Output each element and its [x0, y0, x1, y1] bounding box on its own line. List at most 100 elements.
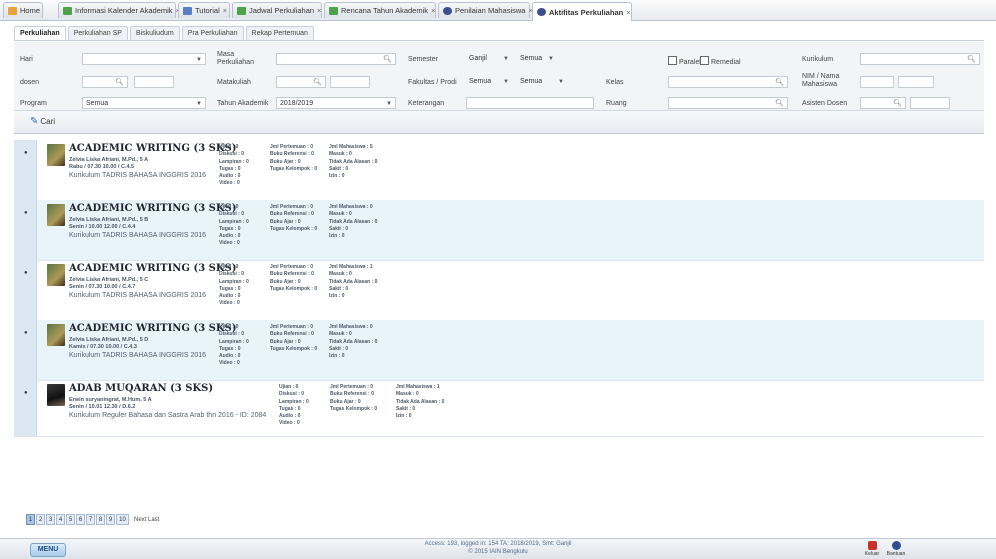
close-icon[interactable]: × — [317, 6, 321, 15]
page-button[interactable]: 2 — [36, 514, 45, 525]
stat-col-pertemuan: Jml Pertemuan : 0 Buku Referensi : 0 Buku … — [270, 204, 318, 232]
page-button[interactable]: 10 — [116, 514, 129, 525]
nim-nama-label: NIM / Nama Mahasiswa — [802, 73, 840, 88]
close-icon[interactable]: × — [223, 6, 227, 15]
search-icon: 🔍︎ — [893, 100, 902, 107]
program-select[interactable]: Semua ▼ — [82, 97, 206, 109]
home-icon — [8, 6, 17, 15]
matakuliah-name-field[interactable] — [330, 76, 370, 88]
course-row[interactable]: ● ACADEMIC WRITING (3 SKS) Zelvia Liska … — [14, 320, 984, 381]
subtab-perkuliahan-sp[interactable]: Perkuliahan SP — [67, 26, 128, 40]
subtab-perkuliahan[interactable]: Perkuliahan — [14, 26, 66, 40]
remedial-checkbox[interactable]: Remedial — [700, 56, 741, 67]
kurikulum-input[interactable]: 🔍︎ — [860, 53, 980, 65]
next-last-link[interactable]: Next Last — [134, 517, 159, 523]
page-button[interactable]: 7 — [86, 514, 95, 525]
hari-label: Hari — [20, 56, 33, 63]
cari-button[interactable]: ✎ Cari — [30, 116, 55, 127]
tab-jadwal-perkuliahan[interactable]: Jadwal Perkuliahan × — [232, 2, 322, 18]
expand-icon[interactable]: ● — [24, 390, 28, 396]
nim-input[interactable] — [860, 76, 894, 88]
stat-col-materi: Ujian : 0 Diskusi : 0 Lampiran : 0 Tugas : … — [219, 324, 249, 367]
chevron-down-icon: ▼ — [503, 56, 509, 62]
course-title[interactable]: ACADEMIC WRITING (3 SKS) — [69, 323, 237, 334]
prodi-select[interactable]: Semua ▼ — [517, 76, 567, 88]
help-icon — [891, 541, 901, 550]
checkbox-icon — [668, 56, 677, 65]
expand-icon[interactable]: ● — [24, 270, 28, 276]
semester-label: Semester — [408, 56, 438, 63]
course-title[interactable]: ACADEMIC WRITING (3 SKS) — [69, 263, 237, 274]
tab-rencana-tahun-akademik[interactable]: Rencana Tahun Akademik × — [324, 2, 436, 18]
stat-col-pertemuan: Jml Pertemuan : 0 Buku Referensi : 0 Buku … — [270, 144, 318, 172]
course-row[interactable]: ● ACADEMIC WRITING (3 SKS) Zelvia Liska … — [14, 260, 984, 321]
nama-mahasiswa-input[interactable] — [898, 76, 934, 88]
course-title[interactable]: ACADEMIC WRITING (3 SKS) — [69, 203, 237, 214]
page-button[interactable]: 8 — [96, 514, 105, 525]
bantuan-button[interactable]: Bantuan — [886, 541, 906, 557]
course-curriculum: Kurikulum TADRIS BAHASA INGGRIS 2016 — [69, 352, 207, 359]
course-lecturer: Erwin suryaningrat, M.Hum, 5 A — [69, 397, 152, 403]
asisten-dosen-name-field[interactable] — [910, 97, 950, 109]
user-icon — [537, 8, 546, 16]
subtab-rekap-pertemuan[interactable]: Rekap Pertemuan — [245, 26, 314, 40]
matakuliah-input[interactable]: 🔍︎ — [276, 76, 326, 88]
course-title[interactable]: ADAB MUQARAN (3 SKS) — [69, 383, 213, 394]
page-button[interactable]: 6 — [76, 514, 85, 525]
subtab-biskuliudum[interactable]: Biskuliudum — [129, 26, 180, 40]
ruang-input[interactable]: 🔍︎ — [668, 97, 788, 109]
page-button[interactable]: 3 — [46, 514, 55, 525]
asisten-dosen-input[interactable]: 🔍︎ — [860, 97, 906, 109]
close-icon[interactable]: × — [431, 6, 435, 15]
semester-select[interactable]: Ganjil ▼ — [466, 53, 512, 65]
course-row[interactable]: ● ACADEMIC WRITING (3 SKS) Zelvia Liska … — [14, 200, 984, 261]
tab-penilaian-mahasiswa[interactable]: Penilaian Mahasiswa × — [438, 2, 533, 18]
lecturer-photo — [47, 384, 65, 406]
page-button[interactable]: 4 — [56, 514, 65, 525]
keluar-button[interactable]: Keluar — [862, 541, 882, 557]
tab-kalender-akademik[interactable]: Informasi Kalender Akademik× — [58, 2, 180, 18]
stat-col-pertemuan: Jml Pertemuan : 0 Buku Referensi : 0 Buku … — [270, 324, 318, 352]
tab-home[interactable]: Home — [3, 2, 43, 18]
tahun-akademik-select[interactable]: 2018/2019 ▼ — [276, 97, 396, 109]
row-gutter: ● — [14, 140, 37, 200]
search-icon: 🔍︎ — [115, 79, 124, 86]
footer-bar: MENU Access: 193, logged in: 154 TA: 201… — [0, 538, 996, 559]
tutorial-icon — [183, 6, 192, 15]
tab-label: Penilaian Mahasiswa — [455, 6, 526, 15]
kelas-label: Kelas — [606, 79, 624, 86]
fakultas-select[interactable]: Semua ▼ — [466, 76, 512, 88]
semester-sub-select[interactable]: Semua ▼ — [517, 53, 557, 65]
keterangan-input[interactable] — [466, 97, 594, 109]
close-icon[interactable]: × — [626, 8, 630, 17]
course-lecturer: Zelvia Liska Afriani, M.Pd., 5 C — [69, 277, 149, 283]
tab-tutorial[interactable]: Tutorial × — [178, 2, 230, 18]
course-row[interactable]: ● ADAB MUQARAN (3 SKS) Erwin suryaningra… — [14, 380, 984, 437]
paralel-checkbox[interactable]: Paralel — [668, 56, 701, 67]
expand-icon[interactable]: ● — [24, 330, 28, 336]
subtab-pra-perkuliahan[interactable]: Pra Perkuliahan — [181, 26, 244, 40]
course-title[interactable]: ACADEMIC WRITING (3 SKS) — [69, 143, 237, 154]
page-button[interactable]: 9 — [106, 514, 115, 525]
page-button[interactable]: 1 — [26, 514, 35, 525]
dosen-input[interactable]: 🔍︎ — [82, 76, 128, 88]
masa-perkuliahan-input[interactable]: 🔍︎ — [276, 53, 396, 65]
tahun-akademik-label: Tahun Akademik — [217, 100, 269, 107]
expand-icon[interactable]: ● — [24, 210, 28, 216]
kelas-input[interactable]: 🔍︎ — [668, 76, 788, 88]
course-curriculum: Kurikulum TADRIS BAHASA INGGRIS 2016 — [69, 232, 207, 239]
program-label: Program — [20, 100, 47, 107]
stat-col-pertemuan: Jml Pertemuan : 0 Buku Referensi : 0 Buku … — [330, 384, 378, 412]
tab-aktifitas-perkuliahan[interactable]: Aktifitas Perkuliahan × — [532, 2, 632, 21]
pagination: 1 2 3 4 5 6 7 8 9 10 Next Last — [26, 514, 159, 525]
expand-icon[interactable]: ● — [24, 150, 28, 156]
course-row[interactable]: ● ACADEMIC WRITING (3 SKS) Zelvia Liska … — [14, 140, 984, 201]
pencil-icon: ✎ — [30, 116, 39, 127]
page-button[interactable]: 5 — [66, 514, 75, 525]
stat-col-mahasiswa: Jml Mahasiswa : 1 Masuk : 0 Tidak Ada Alas… — [396, 384, 445, 420]
search-icon: 🔍︎ — [775, 79, 784, 86]
stat-col-materi: Ujian : 0 Diskusi : 0 Lampiran : 0 Tugas : … — [219, 204, 249, 247]
hari-select[interactable]: ▼ — [82, 53, 206, 65]
search-icon: 🔍︎ — [967, 56, 976, 63]
dosen-name-field[interactable] — [134, 76, 174, 88]
